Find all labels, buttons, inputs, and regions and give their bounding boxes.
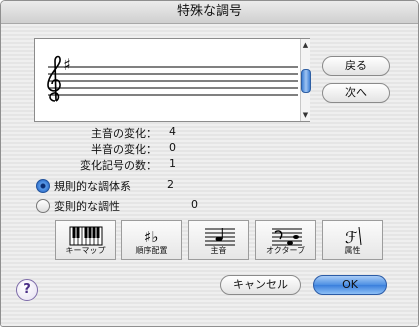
next-button[interactable]: 次へ [322,83,390,103]
scroll-down-arrow-icon[interactable]: ▼ [301,110,310,120]
nonlinear-mode-radio[interactable] [36,199,50,213]
semitone-change-label: 半音の変化： [91,143,157,156]
staff-preview: ♯ ▲ ▼ [34,38,311,122]
attributes-button[interactable]: ℱ 属性 [322,220,383,260]
window-title: 特殊な調号 [1,1,418,24]
linear-mode-radio[interactable] [36,179,50,193]
keymap-button[interactable]: キーマップ [55,220,116,260]
accidental-count-value: 1 [169,157,176,170]
treble-clef-icon [47,55,61,102]
scroll-up-arrow-icon[interactable]: ▲ [301,40,310,50]
tonic-change-label: 主音の変化： [91,127,157,140]
tonic-label: 主音 [210,246,227,255]
back-button[interactable]: 戻る [322,56,390,76]
keymap-label: キーマップ [65,246,106,255]
nonlinear-mode-label: 変則的な調性 [54,200,120,213]
linear-mode-label: 規則的な調体系 [54,180,131,193]
cancel-button[interactable]: キャンセル [220,275,301,295]
semitone-change-value: 0 [169,141,176,154]
accidental-order-button[interactable]: ♯♭ 順序配置 [121,220,182,260]
tonic-button[interactable]: 主音 [188,220,249,260]
octave-button[interactable]: オクターブ [255,220,316,260]
accidental-order-label: 順序配置 [135,246,168,255]
nonlinear-mode-value: 0 [191,198,198,211]
dialog-window: 特殊な調号 ♯ ▲ ▼ 戻る 次へ 主音の変化： 4 半音の変化： 0 変化記号… [0,0,419,327]
key-signature-sharp: ♯ [63,55,71,74]
octave-label: オクターブ [265,246,306,255]
ok-button[interactable]: OK [313,275,387,295]
linear-mode-value: 2 [167,178,174,191]
help-button[interactable]: ? [16,279,38,301]
accidental-count-label: 変化記号の数： [80,159,157,172]
staff-scrollbar[interactable]: ▲ ▼ [300,39,311,121]
tonic-change-value: 4 [169,125,176,138]
attributes-label: 属性 [344,246,361,255]
scroll-thumb[interactable] [301,69,311,93]
dialog-content: ♯ ▲ ▼ 戻る 次へ 主音の変化： 4 半音の変化： 0 変化記号の数： 1 … [1,24,418,326]
svg-text:♯♭: ♯♭ [144,228,158,246]
staff-lines: ♯ [47,55,298,102]
